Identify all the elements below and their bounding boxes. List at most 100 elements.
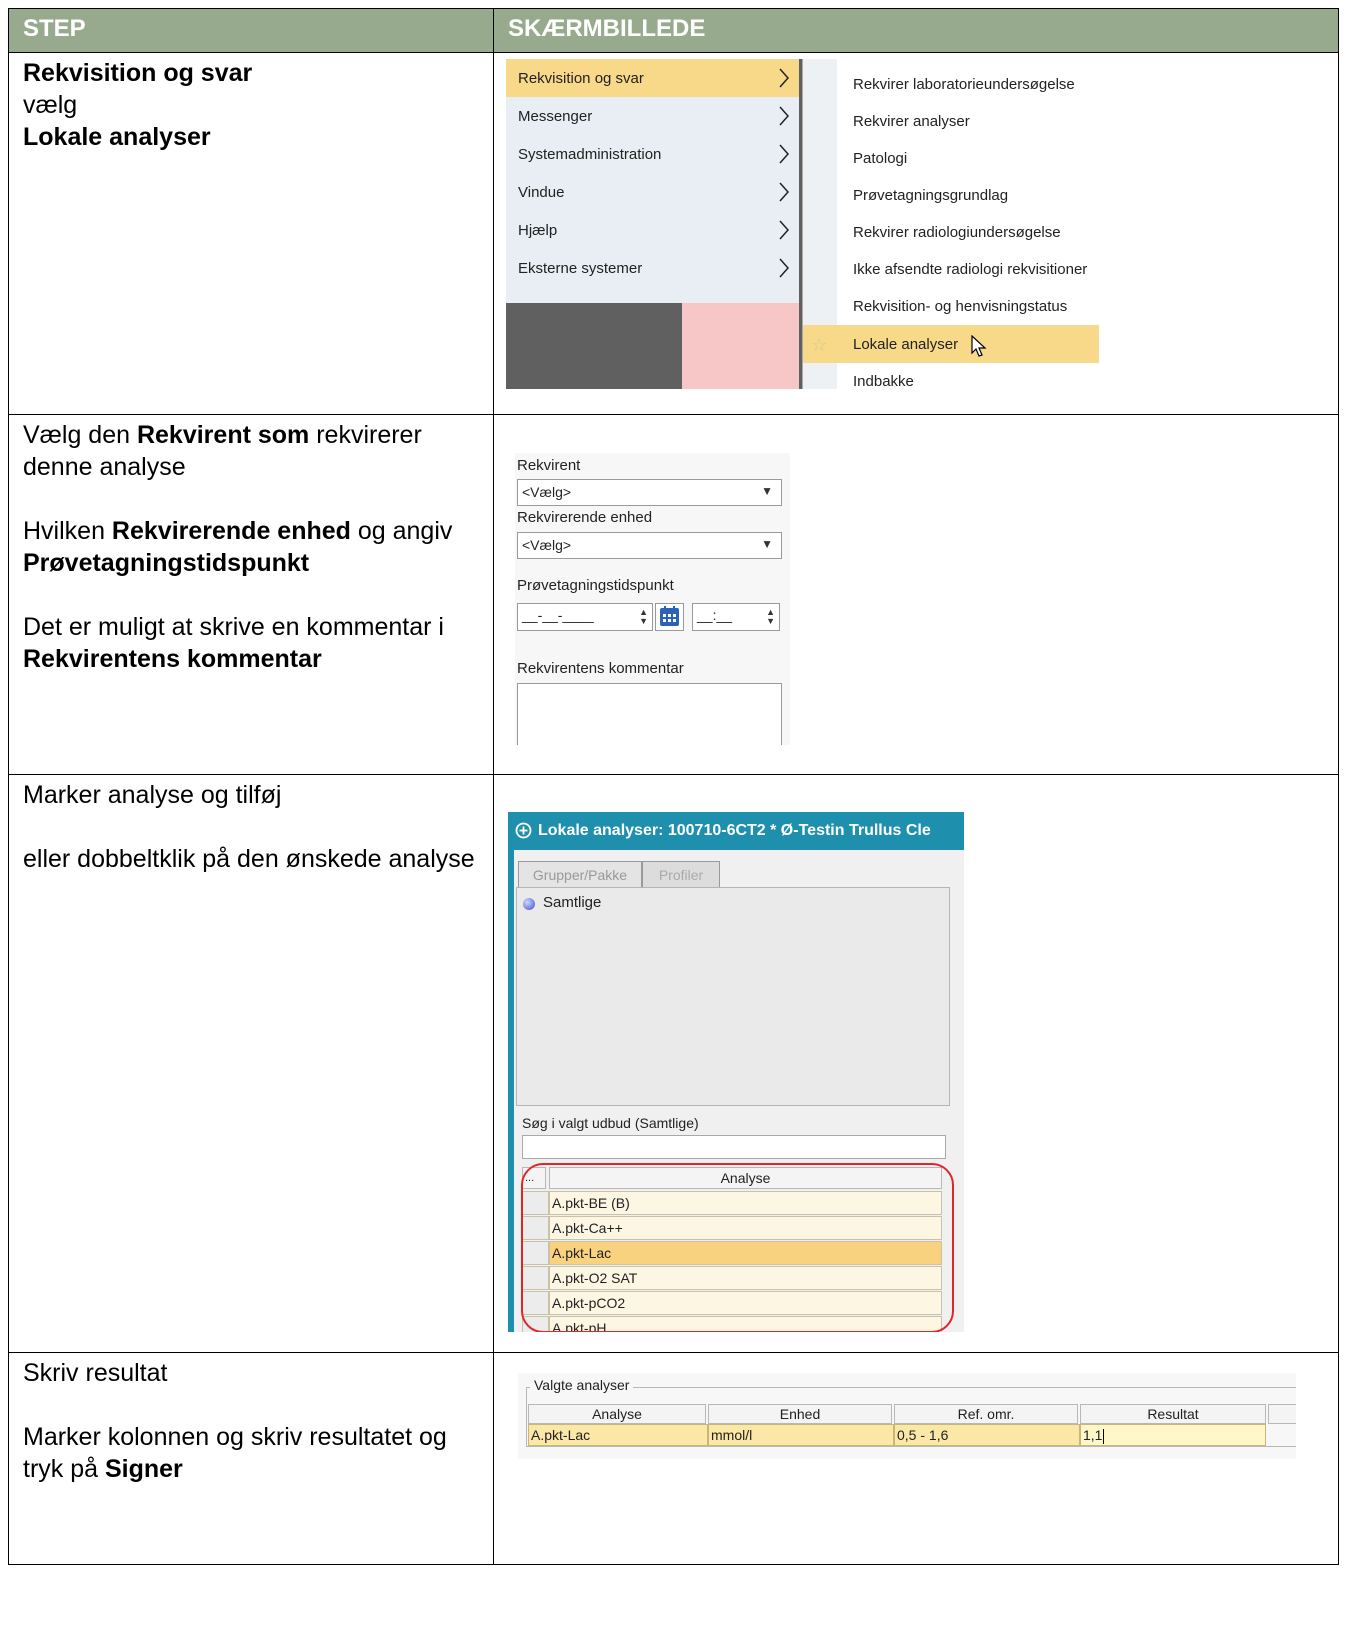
column-header-analyse[interactable]: Analyse: [528, 1404, 706, 1424]
submenu-item[interactable]: Indbakke: [803, 362, 1099, 390]
column-header-resultat[interactable]: Resultat: [1080, 1404, 1266, 1424]
time-field[interactable]: __:__ ▲ ▼: [692, 603, 780, 631]
submenu-item-label: Prøvetagningsgrundlag: [853, 186, 1009, 204]
menu-item-label: Vindue: [518, 183, 565, 201]
table-row[interactable]: A.pkt-pCO2: [549, 1291, 942, 1315]
group-item-samtlige[interactable]: Samtlige: [543, 894, 601, 911]
rekvirentens-kommentar-label: Rekvirentens kommentar: [517, 660, 684, 677]
main-menu: Rekvisition og svar Messenger Systemadmi…: [506, 59, 799, 303]
dropdown-arrow-icon: ▼: [761, 484, 773, 498]
submenu-item[interactable]: Ikke afsendte radiologi rekvisitioner: [803, 250, 1099, 288]
menu-item-label: Eksterne systemer: [518, 259, 643, 277]
step-cell-2: Vælg den Rekvirent som rekvirerer denne …: [8, 414, 494, 775]
enhed-select-value: <Vælg>: [522, 537, 572, 553]
row-header: [522, 1316, 549, 1332]
step-emphasis: Rekvirent som: [136, 421, 310, 449]
table-row[interactable]: A.pkt-BE (B): [549, 1191, 942, 1215]
valgte-analyser-screenshot: Valgte analyser Analyse Enhed Ref. omr. …: [518, 1373, 1296, 1459]
cell-ref-omr[interactable]: 0,5 - 1,6: [894, 1424, 1080, 1446]
valgte-analyser-legend: Valgte analyser: [530, 1377, 634, 1393]
table-row-selected[interactable]: A.pkt-Lac: [549, 1241, 942, 1265]
star-icon[interactable]: ☆: [811, 335, 827, 356]
group-list: Samtlige: [516, 887, 950, 1106]
menu-screenshot: Rekvisition og svar Messenger Systemadmi…: [506, 59, 1099, 389]
menu-item-vindue[interactable]: Vindue: [506, 173, 799, 211]
resultat-input[interactable]: 1,1: [1080, 1424, 1266, 1446]
menu-item-label: Messenger: [518, 107, 593, 125]
submenu-item[interactable]: Rekvirer laboratorieundersøgelse: [803, 65, 1099, 103]
step-1-verb: vælg: [23, 91, 78, 119]
search-input[interactable]: [522, 1135, 946, 1159]
submenu-item-label: Lokale analyser: [853, 335, 959, 353]
row-header: [522, 1291, 549, 1315]
grid-corner-header[interactable]: ...: [522, 1167, 546, 1189]
menu-item-rekvisition[interactable]: Rekvisition og svar: [506, 59, 799, 97]
chevron-right-icon: [779, 258, 790, 278]
table-row[interactable]: A.pkt-pH: [549, 1316, 942, 1332]
step-4-line-2: Marker kolonnen og skriv resultatet og t…: [23, 1421, 479, 1485]
rekvirentens-kommentar-textarea[interactable]: [517, 683, 782, 745]
guide-row-4: Skriv resultat Marker kolonnen og skriv …: [8, 1352, 1339, 1565]
submenu-item[interactable]: Rekvirer radiologiundersøgelse: [803, 213, 1099, 251]
column-header-extra[interactable]: [1268, 1404, 1296, 1424]
column-header-ref-omr[interactable]: Ref. omr.: [894, 1404, 1078, 1424]
step-1-menu-name: Rekvisition og svar: [23, 59, 253, 87]
submenu-item[interactable]: Patologi: [803, 139, 1099, 177]
menu-item-label: Systemadministration: [518, 145, 662, 163]
screenshot-cell-2: Rekvirent <Vælg> ▼ Rekvirerende enhed <Væ…: [493, 414, 1339, 775]
submenu-item[interactable]: Rekvirer analyser: [803, 102, 1099, 140]
menu-item-label: Hjælp: [518, 221, 558, 239]
step-emphasis: Signer: [104, 1455, 183, 1483]
radio-sphere-icon[interactable]: [523, 898, 535, 910]
chevron-right-icon: [779, 220, 790, 240]
step-column-header: STEP: [8, 8, 494, 53]
cell-analyse[interactable]: A.pkt-Lac: [528, 1424, 708, 1446]
rekvirerende-enhed-label: Rekvirerende enhed: [517, 509, 653, 526]
table-row[interactable]: A.pkt-Ca++: [549, 1216, 942, 1240]
date-field[interactable]: __-__-____ ▲ ▼: [517, 603, 653, 631]
menu-item-messenger[interactable]: Messenger: [506, 97, 799, 135]
chevron-right-icon: [779, 182, 790, 202]
menu-item-eksterne-systemer[interactable]: Eksterne systemer: [506, 249, 799, 287]
spinner-icon[interactable]: ▲ ▼: [766, 608, 775, 626]
step-2-para-3: Det er muligt at skrive en kommentar i Re…: [23, 611, 479, 675]
step-1-target: Lokale analyser: [23, 123, 211, 151]
screenshot-cell-3: Lokale analyser: 100710-6CT2 * Ø-Testin …: [493, 774, 1339, 1353]
grid-header-analyse[interactable]: Analyse: [549, 1167, 942, 1189]
step-text: og angiv: [350, 517, 453, 545]
step-emphasis: Rekvirentens kommentar: [23, 645, 322, 673]
row-header: [522, 1191, 549, 1215]
submenu-item-label: Rekvisition- og henvisningstatus: [853, 297, 1068, 315]
step-cell-3: Marker analyse og tilføj eller dobbeltkl…: [8, 774, 494, 1353]
tab-grupper-pakke[interactable]: Grupper/Pakke: [518, 861, 642, 889]
chevron-right-icon: [779, 144, 790, 164]
menu-item-hjaelp[interactable]: Hjælp: [506, 211, 799, 249]
dialog-title-bar: Lokale analyser: 100710-6CT2 * Ø-Testin …: [508, 812, 964, 850]
rekvirent-select[interactable]: <Vælg> ▼: [517, 479, 782, 506]
step-text: Det er muligt at skrive en kommentar i: [23, 613, 444, 641]
submenu-item[interactable]: Prøvetagningsgrundlag: [803, 176, 1099, 214]
guide-header-row: STEP SKÆRMBILLEDE: [8, 8, 1339, 53]
cell-enhed[interactable]: mmol/l: [708, 1424, 894, 1446]
guide-row-1: Rekvisition og svar vælg Lokale analyser…: [8, 52, 1339, 415]
step-2-para-2: Hvilken Rekvirerende enhed og angiv Prøv…: [23, 515, 479, 579]
time-mask: __:__: [697, 607, 733, 623]
submenu-item-lokale-analyser[interactable]: ☆ Lokale analyser: [803, 325, 1099, 363]
chevron-right-icon: [779, 68, 790, 88]
menu-item-systemadministration[interactable]: Systemadministration: [506, 135, 799, 173]
step-3-line-1: Marker analyse og tilføj: [23, 781, 282, 809]
spinner-icon[interactable]: ▲ ▼: [639, 608, 648, 626]
tab-profiler[interactable]: Profiler: [642, 861, 720, 889]
screenshot-column-header: SKÆRMBILLEDE: [493, 8, 1339, 53]
guide-table: STEP SKÆRMBILLEDE Rekvisition og svar væ…: [8, 8, 1339, 1565]
step-emphasis: Prøvetagningstidspunkt: [23, 549, 310, 577]
submenu-item[interactable]: Rekvisition- og henvisningstatus: [803, 287, 1099, 325]
date-mask: __-__-____: [522, 607, 594, 623]
column-header-enhed[interactable]: Enhed: [708, 1404, 892, 1424]
screenshot-cell-1: Rekvisition og svar Messenger Systemadmi…: [493, 52, 1339, 415]
rekvirent-select-value: <Vælg>: [522, 484, 572, 500]
calendar-icon[interactable]: [655, 603, 684, 631]
rekvirerende-enhed-select[interactable]: <Vælg> ▼: [517, 532, 782, 559]
table-row[interactable]: A.pkt-O2 SAT: [549, 1266, 942, 1290]
step-text: Vælg den: [23, 421, 137, 449]
